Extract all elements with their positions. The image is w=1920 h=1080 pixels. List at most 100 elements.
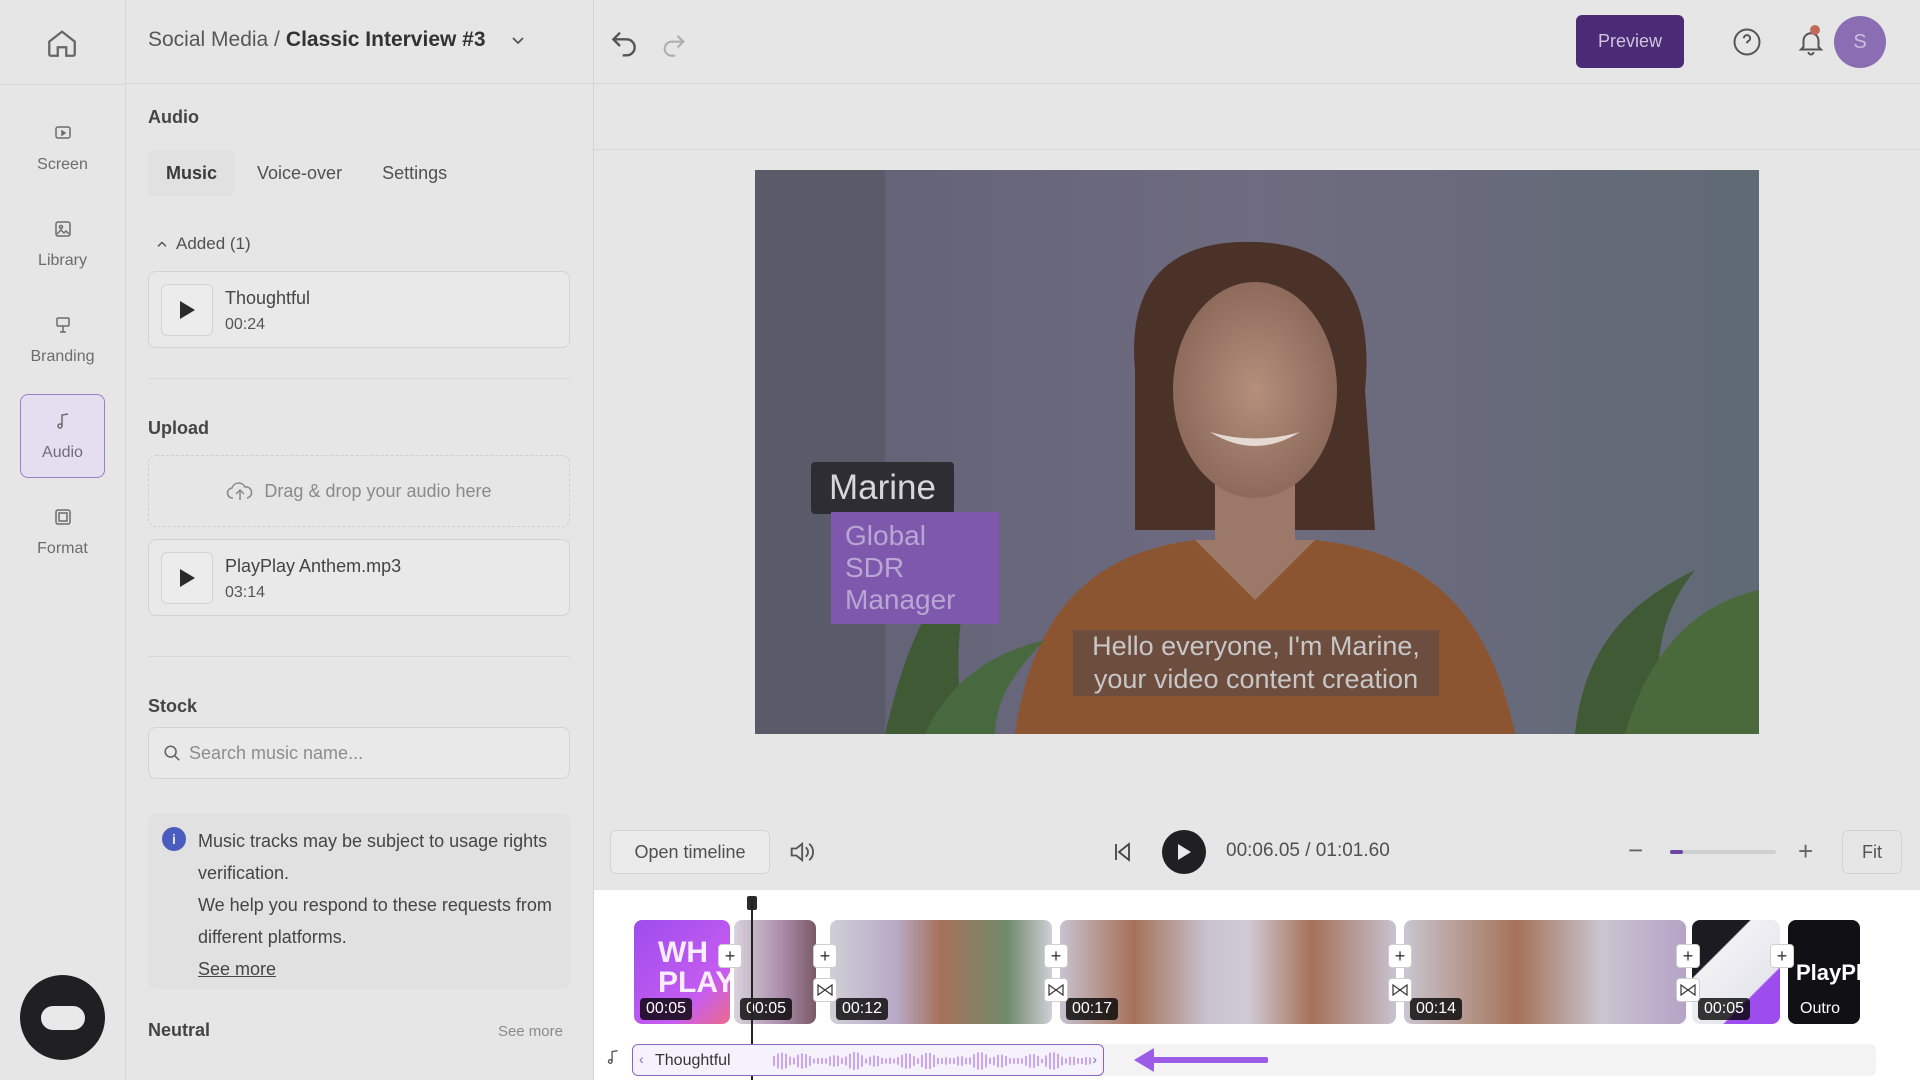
timeline-clip[interactable]: 00:14 xyxy=(1404,920,1686,1024)
zoom-out-button[interactable]: − xyxy=(1628,837,1643,863)
add-clip-button[interactable]: + xyxy=(1044,944,1068,968)
arrow-left-icon xyxy=(1134,1048,1268,1072)
format-icon xyxy=(53,507,73,532)
stock-section-title: Stock xyxy=(148,696,198,716)
open-timeline-button[interactable]: Open timeline xyxy=(610,830,770,874)
clip-duration: 00:14 xyxy=(1410,998,1463,1020)
rail-item-audio[interactable]: Audio xyxy=(20,394,105,478)
search-icon xyxy=(164,745,180,761)
notice-line-1: Music tracks may be subject to usage rig… xyxy=(198,831,548,883)
music-search-input[interactable]: Search music name... xyxy=(148,727,570,779)
preview-button[interactable]: Preview xyxy=(1576,15,1684,68)
cloud-upload-icon xyxy=(227,482,253,500)
chat-icon xyxy=(40,1005,85,1030)
timeline-clip[interactable]: 00:05 xyxy=(1692,920,1780,1024)
left-rail: Screen Library Branding Audio Format xyxy=(0,0,126,1080)
transition-icon xyxy=(1392,984,1408,996)
notice-line-2: We help you respond to these requests fr… xyxy=(198,895,552,947)
clip-thumbnail-text: PlayPl xyxy=(1796,960,1860,985)
chevron-up-icon xyxy=(157,241,167,247)
neutral-see-more-link[interactable]: See more xyxy=(498,1023,563,1040)
timeline-clip[interactable]: 00:12 xyxy=(830,920,1052,1024)
rail-item-label: Format xyxy=(37,539,88,557)
info-icon: i xyxy=(162,827,186,851)
rail-item-screen[interactable]: Screen xyxy=(20,106,105,190)
video-subtitle[interactable]: Hello everyone, I'm Marine, your video c… xyxy=(1073,630,1439,696)
tab-settings[interactable]: Settings xyxy=(364,150,465,196)
added-toggle[interactable]: Added (1) xyxy=(154,234,251,254)
redo-icon[interactable] xyxy=(660,30,688,58)
chevron-down-icon[interactable] xyxy=(508,30,528,50)
volume-icon[interactable] xyxy=(786,838,816,866)
divider xyxy=(148,656,570,657)
time-display: 00:06.05 / 01:01.60 xyxy=(1226,840,1390,862)
transition-button[interactable] xyxy=(1676,978,1700,1002)
speaker-role-tag[interactable]: Global SDR Manager xyxy=(831,512,999,624)
fit-button[interactable]: Fit xyxy=(1842,830,1902,874)
transition-button[interactable] xyxy=(1044,978,1068,1002)
clip-duration: 00:05 xyxy=(1698,998,1751,1020)
add-clip-button[interactable]: + xyxy=(1770,944,1794,968)
branding-icon xyxy=(53,315,73,340)
trim-right-handle[interactable]: › xyxy=(1092,1051,1097,1067)
audio-clip[interactable]: ‹ Thoughtful › xyxy=(632,1044,1104,1076)
add-clip-button[interactable]: + xyxy=(718,944,742,968)
audio-track-row: ‹ Thoughtful › xyxy=(594,1038,1920,1076)
home-icon[interactable] xyxy=(45,26,79,60)
music-note-icon xyxy=(53,411,73,436)
avatar[interactable]: S xyxy=(1834,16,1886,68)
audio-tabs: Music Voice-over Settings xyxy=(148,150,568,196)
skip-back-icon[interactable] xyxy=(1110,840,1134,864)
search-placeholder: Search music name... xyxy=(189,742,364,763)
timeline-clip[interactable]: 00:05 xyxy=(734,920,816,1024)
play-button[interactable] xyxy=(161,284,213,336)
timeline-clip[interactable]: WH PLAY 00:05 xyxy=(634,920,730,1024)
transition-button[interactable] xyxy=(1388,978,1412,1002)
see-more-link[interactable]: See more xyxy=(198,953,558,985)
transition-button[interactable] xyxy=(813,978,837,1002)
trim-left-handle[interactable]: ‹ xyxy=(639,1051,644,1067)
zoom-slider-fill xyxy=(1670,850,1683,854)
clip-duration: Outro xyxy=(1800,1000,1841,1017)
rail-item-branding[interactable]: Branding xyxy=(20,298,105,382)
transition-icon xyxy=(1680,984,1696,996)
audio-dropzone[interactable]: Drag & drop your audio here xyxy=(148,455,570,527)
rail-item-label: Branding xyxy=(30,347,95,365)
total-time: / 01:01.60 xyxy=(1305,840,1390,861)
add-clip-button[interactable]: + xyxy=(813,944,837,968)
added-track-card[interactable]: Thoughtful 00:24 xyxy=(148,271,570,348)
audio-clip-label: Thoughtful xyxy=(655,1052,731,1069)
rail-item-library[interactable]: Library xyxy=(20,202,105,286)
library-icon xyxy=(53,219,73,244)
track-name: PlayPlay Anthem.mp3 xyxy=(225,556,402,576)
help-icon[interactable] xyxy=(1732,27,1762,57)
main-toolbar: Preview S xyxy=(594,0,1920,84)
video-preview[interactable]: Marine Global SDR Manager Hello everyone… xyxy=(755,170,1759,734)
chat-support-button[interactable] xyxy=(20,975,105,1060)
tab-music[interactable]: Music xyxy=(148,150,236,196)
audio-panel: Social Media / Classic Interview #3 Audi… xyxy=(126,0,594,1080)
breadcrumb-parent[interactable]: Social Media / xyxy=(148,28,280,52)
play-button[interactable] xyxy=(161,552,213,604)
add-clip-button[interactable]: + xyxy=(1388,944,1412,968)
speaker-name-tag[interactable]: Marine xyxy=(811,462,954,514)
breadcrumb[interactable]: Social Media / Classic Interview #3 xyxy=(148,28,528,52)
rail-item-format[interactable]: Format xyxy=(20,490,105,574)
timeline-clip-outro[interactable]: PlayPl Outro xyxy=(1788,920,1860,1024)
timeline-clip[interactable]: 00:17 xyxy=(1060,920,1396,1024)
uploaded-track-card[interactable]: PlayPlay Anthem.mp3 03:14 xyxy=(148,539,570,616)
tab-voice-over[interactable]: Voice-over xyxy=(239,150,360,196)
added-label: Added (1) xyxy=(176,234,251,253)
stage-subbar xyxy=(594,84,1920,150)
waveform xyxy=(773,1052,1091,1070)
undo-icon[interactable] xyxy=(608,26,640,58)
add-clip-button[interactable]: + xyxy=(1676,944,1700,968)
play-icon xyxy=(180,569,195,587)
music-note-icon xyxy=(607,1050,618,1064)
play-pause-button[interactable] xyxy=(1162,830,1206,874)
zoom-slider[interactable] xyxy=(1670,850,1776,854)
zoom-in-button[interactable]: + xyxy=(1798,836,1813,867)
app-root: Screen Library Branding Audio Format Soc… xyxy=(0,0,1920,1080)
usage-rights-notice: i Music tracks may be subject to usage r… xyxy=(148,813,570,989)
player-controls: Open timeline 00:06.05 / 01:01.60 − + Fi… xyxy=(594,810,1920,890)
